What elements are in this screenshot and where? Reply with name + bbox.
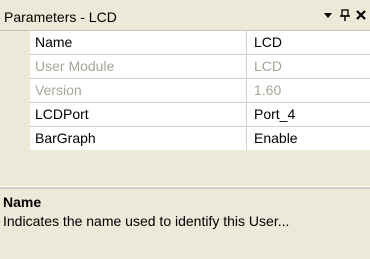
property-value-field[interactable]: LCD [247, 31, 370, 55]
description-pane: Name Indicates the name used to identify… [0, 189, 370, 259]
panel-titlebar: Parameters - LCD [0, 0, 370, 30]
property-value-field[interactable]: Enable [247, 127, 370, 151]
property-grid: Name LCD User Module LCD Version 1.60 LC… [0, 30, 370, 151]
property-row-user-module: User Module LCD [0, 55, 370, 79]
description-title: Name [3, 194, 42, 210]
close-icon[interactable] [354, 8, 368, 22]
row-gutter [0, 55, 30, 79]
property-label: User Module [30, 55, 247, 79]
property-row-lcdport[interactable]: LCDPort Port_4 [0, 103, 370, 127]
property-row-version: Version 1.60 [0, 79, 370, 103]
property-value-readonly: LCD [247, 55, 370, 79]
grid-empty-area [0, 150, 370, 186]
property-label: BarGraph [30, 127, 247, 151]
property-row-name[interactable]: Name LCD [0, 31, 370, 55]
panel-title: Parameters - LCD [4, 9, 117, 25]
property-row-bargraph[interactable]: BarGraph Enable [0, 127, 370, 151]
dropdown-arrow-icon[interactable] [321, 8, 335, 22]
row-gutter [0, 31, 30, 55]
pin-icon[interactable] [338, 8, 352, 22]
row-gutter [0, 103, 30, 127]
row-gutter [0, 127, 30, 151]
property-label: Version [30, 79, 247, 103]
property-value-readonly: 1.60 [247, 79, 370, 103]
property-label: LCDPort [30, 103, 247, 127]
property-label: Name [30, 31, 247, 55]
row-gutter [0, 79, 30, 103]
property-value-field[interactable]: Port_4 [247, 103, 370, 127]
description-text: Indicates the name used to identify this… [3, 213, 290, 229]
